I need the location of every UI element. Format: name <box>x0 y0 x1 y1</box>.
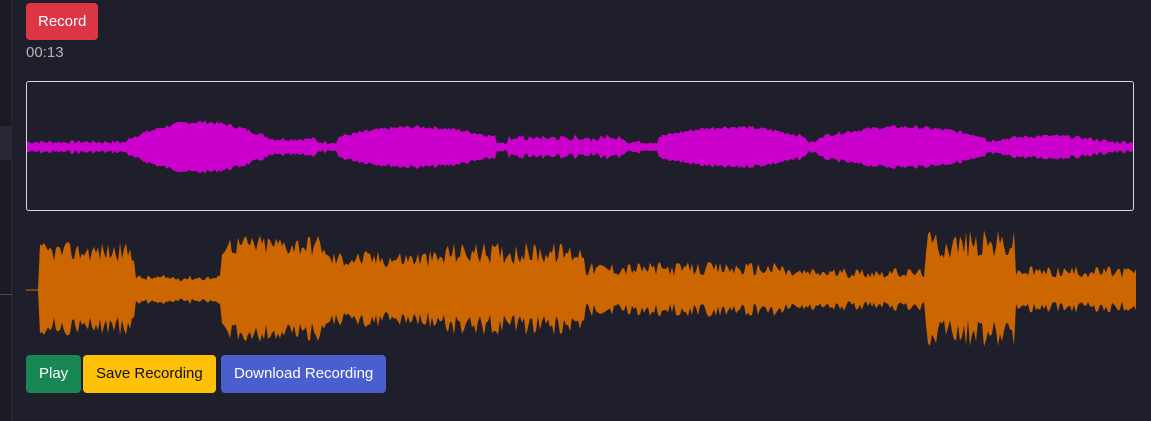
background-bar <box>0 126 12 160</box>
live-waveform-shape <box>26 230 1136 347</box>
elapsed-time: 00:13 <box>26 44 64 61</box>
waveform-svg <box>27 120 1133 174</box>
waveform-shape <box>27 120 1133 174</box>
play-button[interactable]: Play <box>26 355 82 393</box>
live-waveform <box>26 230 1136 347</box>
background-divider <box>0 294 12 295</box>
download-recording-button[interactable]: Download Recording <box>221 355 387 393</box>
save-recording-button[interactable]: Save Recording <box>83 355 216 393</box>
background-sidebar <box>0 0 12 421</box>
waveform-display[interactable] <box>26 81 1134 211</box>
record-button[interactable]: Record <box>26 3 99 40</box>
recorder-panel: Record 00:13 Play Save Recording Downloa… <box>12 0 1151 421</box>
